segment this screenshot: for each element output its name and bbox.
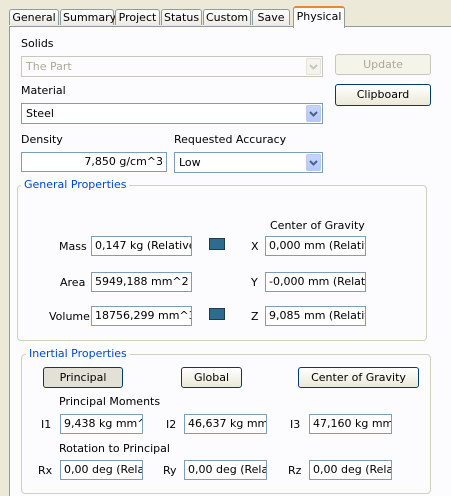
rotation-to-principal-label: Rotation to Principal [59,442,170,455]
center-of-gravity-button[interactable]: Center of Gravity [298,367,419,388]
material-select[interactable]: Steel [21,103,323,124]
tab-summary[interactable]: Summary [60,9,116,25]
rz-label: Rz [288,464,302,477]
ry-label: Ry [163,464,177,477]
mass-field[interactable]: 0,147 kg (Relative [91,236,192,256]
cog-y-field[interactable]: -0,000 mm (Relativ [265,272,366,292]
y-label: Y [251,276,258,289]
volume-label: Volume [49,310,90,323]
tab-custom[interactable]: Custom [203,9,251,25]
ry-field[interactable]: 0,00 deg (Rela [184,460,267,480]
x-label: X [251,240,259,253]
z-label: Z [251,310,259,323]
accuracy-select[interactable]: Low [174,152,323,173]
inertial-properties-title: Inertial Properties [26,347,130,360]
i2-label: I2 [166,418,177,431]
area-label: Area [60,276,86,289]
area-field[interactable]: 5949,188 mm^2 (R [91,272,192,292]
rx-label: Rx [38,464,53,477]
cog-z-field[interactable]: 9,085 mm (Relative [265,306,366,326]
principal-moments-label: Principal Moments [59,395,161,408]
density-field[interactable]: 7,850 g/cm^3 [21,152,167,172]
i3-label: I3 [290,418,301,431]
general-properties-title: General Properties [21,178,130,191]
accuracy-label: Requested Accuracy [174,133,287,146]
tab-status[interactable]: Status [161,9,202,25]
material-value: Steel [26,107,54,120]
accuracy-value: Low [179,156,201,169]
i3-field[interactable]: 47,160 kg mm^ [309,414,392,434]
mass-label: Mass [59,240,87,253]
rz-field[interactable]: 0,00 deg (Rela [309,460,392,480]
cog-x-field[interactable]: 0,000 mm (Relative [265,236,366,256]
i2-field[interactable]: 46,637 kg mm^ [184,414,267,434]
principal-button[interactable]: Principal [43,367,123,388]
i1-field[interactable]: 9,438 kg mm^2 [60,414,143,434]
update-button[interactable]: Update [335,54,431,75]
clipboard-button[interactable]: Clipboard [335,84,431,106]
solids-label: Solids [21,37,54,50]
tab-physical[interactable]: Physical [293,6,345,28]
chevron-down-icon[interactable] [306,105,321,122]
center-of-gravity-header: Center of Gravity [270,219,365,232]
tab-project[interactable]: Project [115,9,160,25]
density-label: Density [21,133,63,146]
material-label: Material [21,84,66,97]
solids-select[interactable]: The Part [21,56,323,77]
i1-label: I1 [41,418,52,431]
calculator-icon[interactable] [209,238,225,250]
global-button[interactable]: Global [181,367,242,388]
tab-save[interactable]: Save [252,9,290,25]
calculator-icon[interactable] [209,308,225,320]
rx-field[interactable]: 0,00 deg (Rela [60,460,143,480]
tab-strip: General Summary Project Status Custom Sa… [0,0,451,28]
chevron-down-icon[interactable] [306,58,321,75]
solids-value: The Part [26,60,72,73]
tab-general[interactable]: General [9,9,59,25]
volume-field[interactable]: 18756,299 mm^3 ( [91,306,192,326]
chevron-down-icon[interactable] [306,154,321,171]
